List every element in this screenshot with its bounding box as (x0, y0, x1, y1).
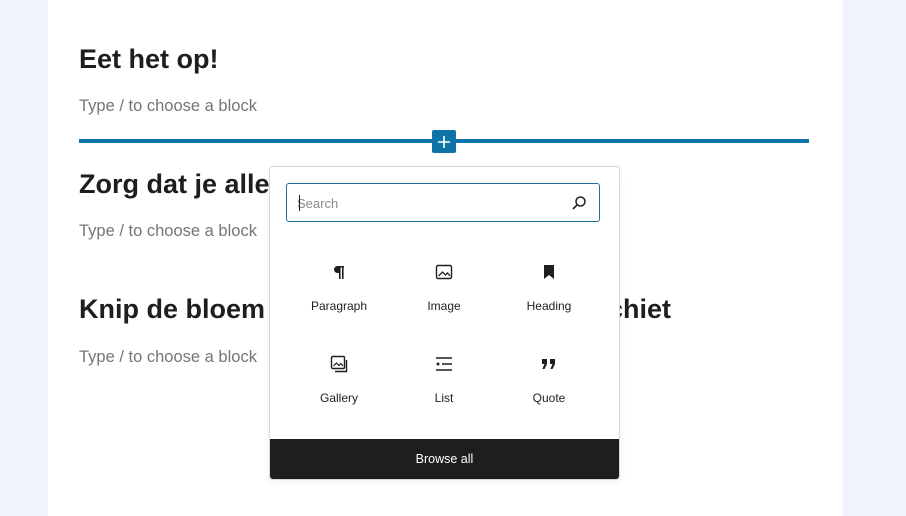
gallery-icon (329, 354, 349, 374)
block-placeholder-3[interactable]: Type / to choose a block (79, 348, 257, 367)
block-heading-3[interactable]: Knip de bloem (79, 293, 265, 325)
block-option-label: Quote (532, 391, 566, 405)
add-block-button[interactable] (432, 130, 456, 153)
block-option-heading[interactable]: Heading (497, 262, 601, 338)
block-option-label: Gallery (319, 391, 358, 405)
text-cursor (299, 195, 300, 211)
search-icon[interactable] (571, 195, 587, 211)
quote-icon (539, 354, 559, 374)
block-option-gallery[interactable]: Gallery (287, 354, 391, 430)
block-placeholder-2[interactable]: Type / to choose a block (79, 222, 257, 241)
paragraph-icon (329, 262, 349, 282)
block-heading-2[interactable]: Zorg dat je alle (79, 168, 270, 200)
block-heading-1[interactable]: Eet het op! (79, 43, 219, 75)
block-option-list[interactable]: List (392, 354, 496, 430)
heading-bookmark-icon (539, 262, 559, 282)
block-option-label: Heading (526, 299, 572, 313)
block-option-quote[interactable]: Quote (497, 354, 601, 430)
block-placeholder-1[interactable]: Type / to choose a block (79, 97, 257, 116)
search-box[interactable] (286, 183, 600, 222)
block-option-image[interactable]: Image (392, 262, 496, 338)
plus-icon (438, 135, 450, 148)
block-option-label: Image (427, 299, 461, 313)
image-icon (434, 262, 454, 282)
block-option-paragraph[interactable]: Paragraph (287, 262, 391, 338)
block-inserter-popover: Paragraph Image Heading Gallery (269, 166, 620, 480)
block-option-label: List (434, 391, 454, 405)
browse-all-button[interactable]: Browse all (270, 439, 619, 479)
search-input[interactable] (297, 192, 557, 214)
block-option-label: Paragraph (310, 299, 368, 313)
list-icon (434, 354, 454, 374)
